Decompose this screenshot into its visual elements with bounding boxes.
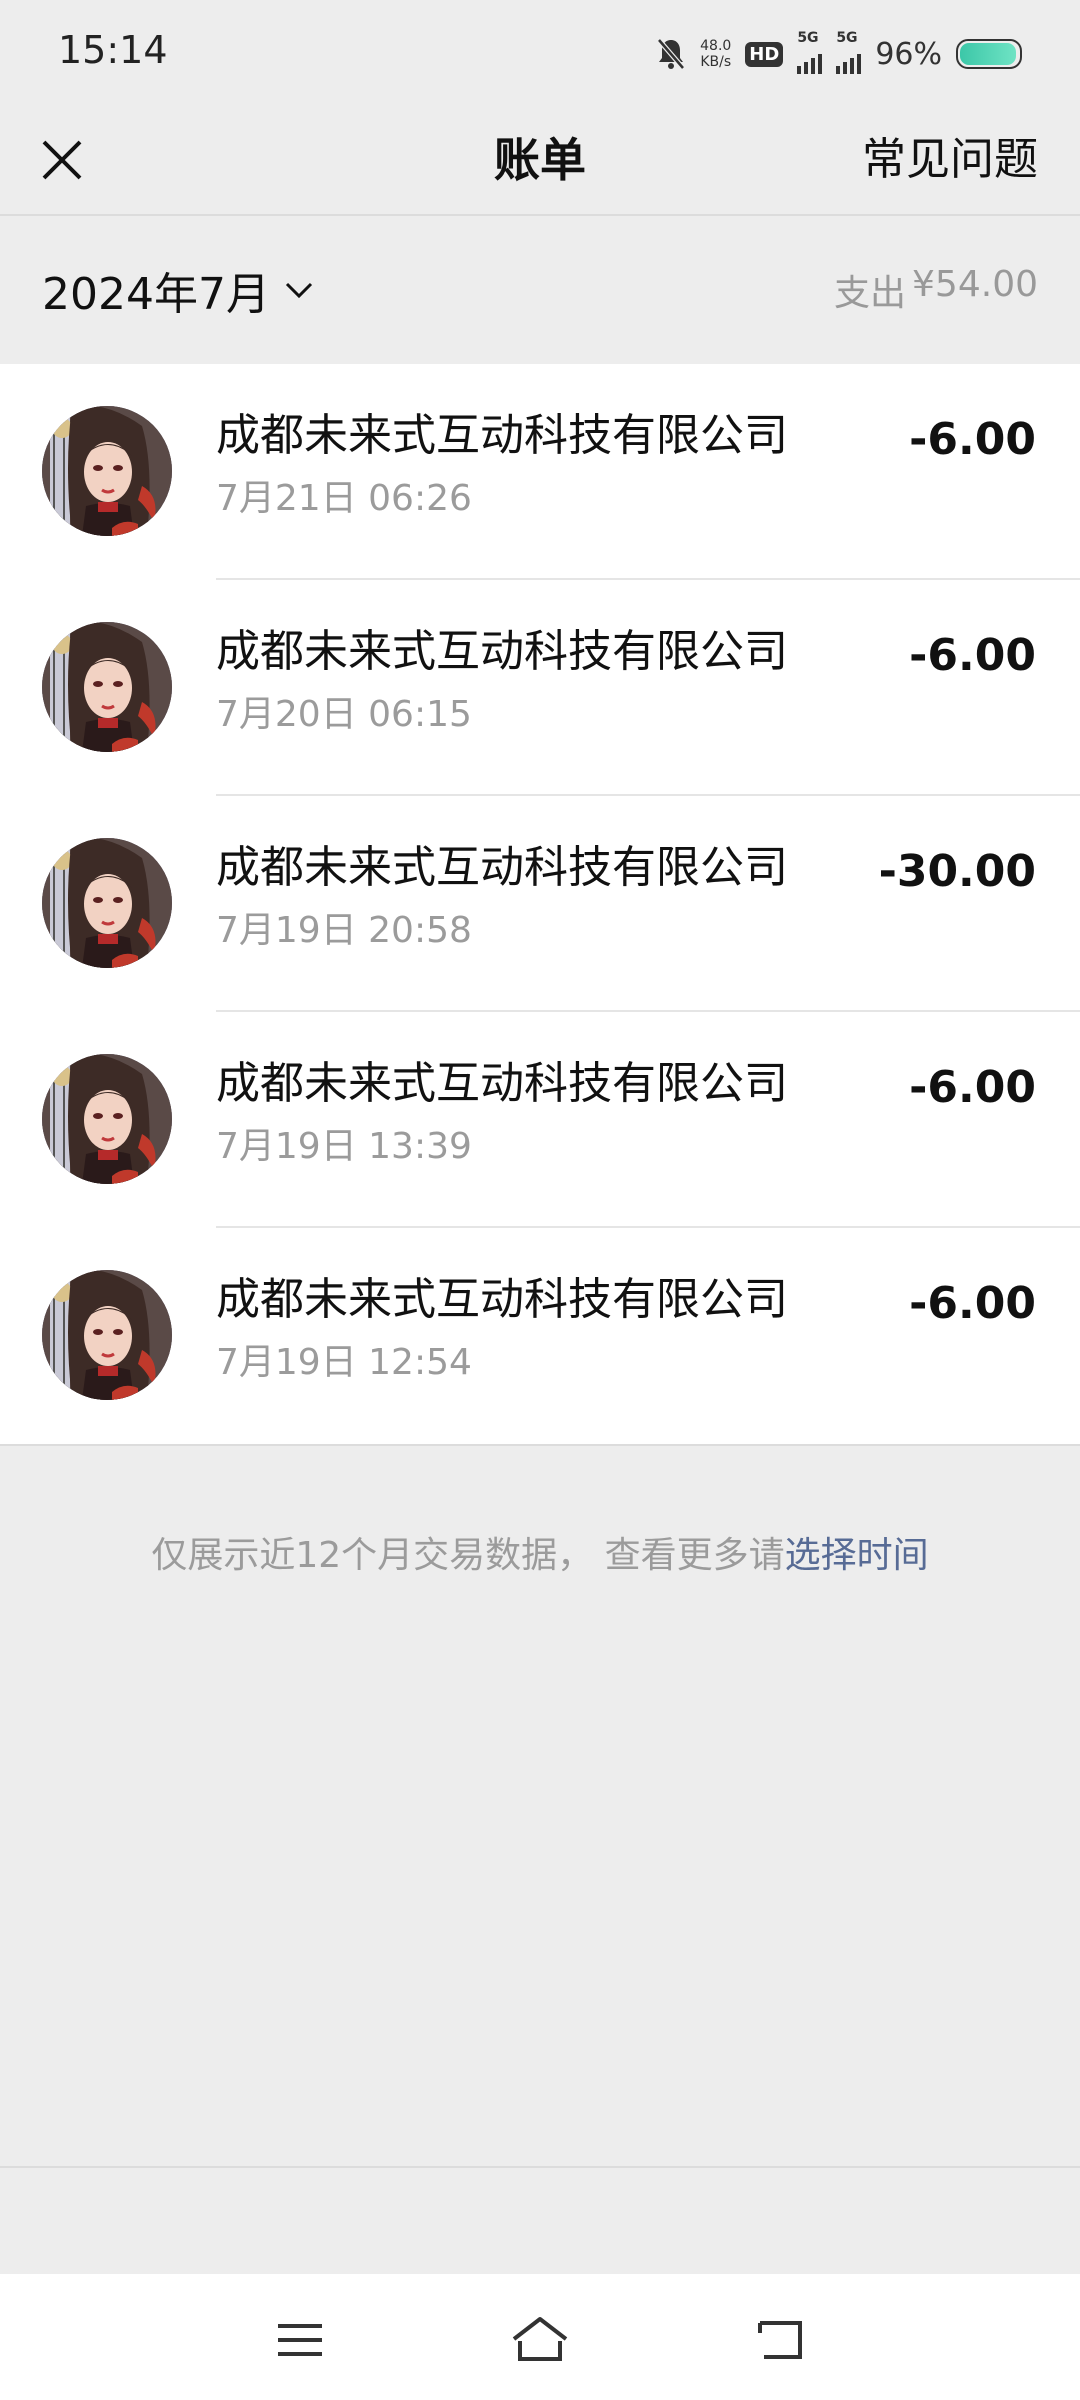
avatar (42, 838, 172, 968)
transaction-row[interactable]: 成都未来式互动科技有限公司 7月19日 13:39 -6.00 (0, 1012, 1080, 1228)
merchant-name: 成都未来式互动科技有限公司 (216, 626, 788, 677)
transaction-time: 7月19日 20:58 (216, 910, 472, 951)
back-icon (758, 2321, 802, 2359)
avatar (42, 1054, 172, 1184)
mute-bell-icon (656, 37, 686, 71)
transaction-time: 7月20日 06:15 (216, 694, 472, 735)
faq-button[interactable]: 常见问题 (862, 106, 1038, 214)
home-icon (512, 2317, 568, 2361)
transaction-list: 成都未来式互动科技有限公司 7月21日 06:26 -6.00 成都未来式互动科… (0, 364, 1080, 1446)
battery-icon (956, 39, 1022, 69)
title-bar: 账单 常见问题 (0, 106, 1080, 216)
battery-fill (960, 43, 1016, 65)
menu-button[interactable] (270, 2310, 330, 2370)
back-button[interactable] (750, 2310, 810, 2370)
transaction-amount: -6.00 (909, 1062, 1036, 1113)
signal-icon: 5G (797, 30, 823, 74)
avatar (42, 622, 172, 752)
transaction-amount: -30.00 (878, 846, 1036, 897)
spend-amount: ¥54.00 (912, 264, 1038, 305)
transaction-time: 7月19日 13:39 (216, 1126, 472, 1167)
chevron-down-icon (285, 282, 313, 299)
status-time: 15:14 (58, 28, 168, 72)
transaction-row[interactable]: 成都未来式互动科技有限公司 7月20日 06:15 -6.00 (0, 580, 1080, 796)
close-button[interactable] (30, 128, 94, 192)
transaction-time: 7月19日 12:54 (216, 1342, 472, 1383)
menu-icon (278, 2324, 322, 2356)
merchant-name: 成都未来式互动科技有限公司 (216, 1274, 788, 1325)
transaction-amount: -6.00 (909, 1278, 1036, 1329)
system-nav-bar (0, 2274, 1080, 2400)
history-notice: 仅展示近12个月交易数据， 查看更多请选择时间 (0, 1526, 1080, 1578)
month-bar: 2024年7月 支出 ¥54.00 (0, 216, 1080, 364)
hd-badge: HD (745, 41, 784, 67)
notice-text: 仅展示近12个月交易数据， 查看更多请 (151, 1535, 785, 1576)
transaction-amount: -6.00 (909, 414, 1036, 465)
spend-summary: 支出 ¥54.00 (834, 264, 1038, 316)
transaction-row[interactable]: 成都未来式互动科技有限公司 7月19日 20:58 -30.00 (0, 796, 1080, 1012)
avatar (42, 1270, 172, 1400)
transaction-time: 7月21日 06:26 (216, 478, 472, 519)
signal-icon: 5G (836, 30, 862, 74)
transaction-row[interactable]: 成都未来式互动科技有限公司 7月21日 06:26 -6.00 (0, 364, 1080, 580)
home-button[interactable] (510, 2310, 570, 2370)
merchant-name: 成都未来式互动科技有限公司 (216, 410, 788, 461)
transaction-amount: -6.00 (909, 630, 1036, 681)
divider (0, 2166, 1080, 2168)
status-bar: 15:14 48.0 KB/s HD 5G 5G 96% (0, 0, 1080, 106)
status-icons: 48.0 KB/s HD 5G 5G 96% (656, 30, 1022, 78)
transaction-row[interactable]: 成都未来式互动科技有限公司 7月19日 12:54 -6.00 (0, 1228, 1080, 1444)
spend-label: 支出 (834, 273, 907, 314)
month-selector[interactable]: 2024年7月 (42, 258, 314, 322)
close-icon (42, 140, 82, 180)
merchant-name: 成都未来式互动科技有限公司 (216, 842, 788, 893)
avatar (42, 406, 172, 536)
battery-percent: 96% (875, 36, 942, 72)
month-label: 2024年7月 (42, 269, 270, 320)
merchant-name: 成都未来式互动科技有限公司 (216, 1058, 788, 1109)
select-time-link[interactable]: 选择时间 (785, 1535, 929, 1576)
net-speed: 48.0 KB/s (700, 38, 732, 70)
